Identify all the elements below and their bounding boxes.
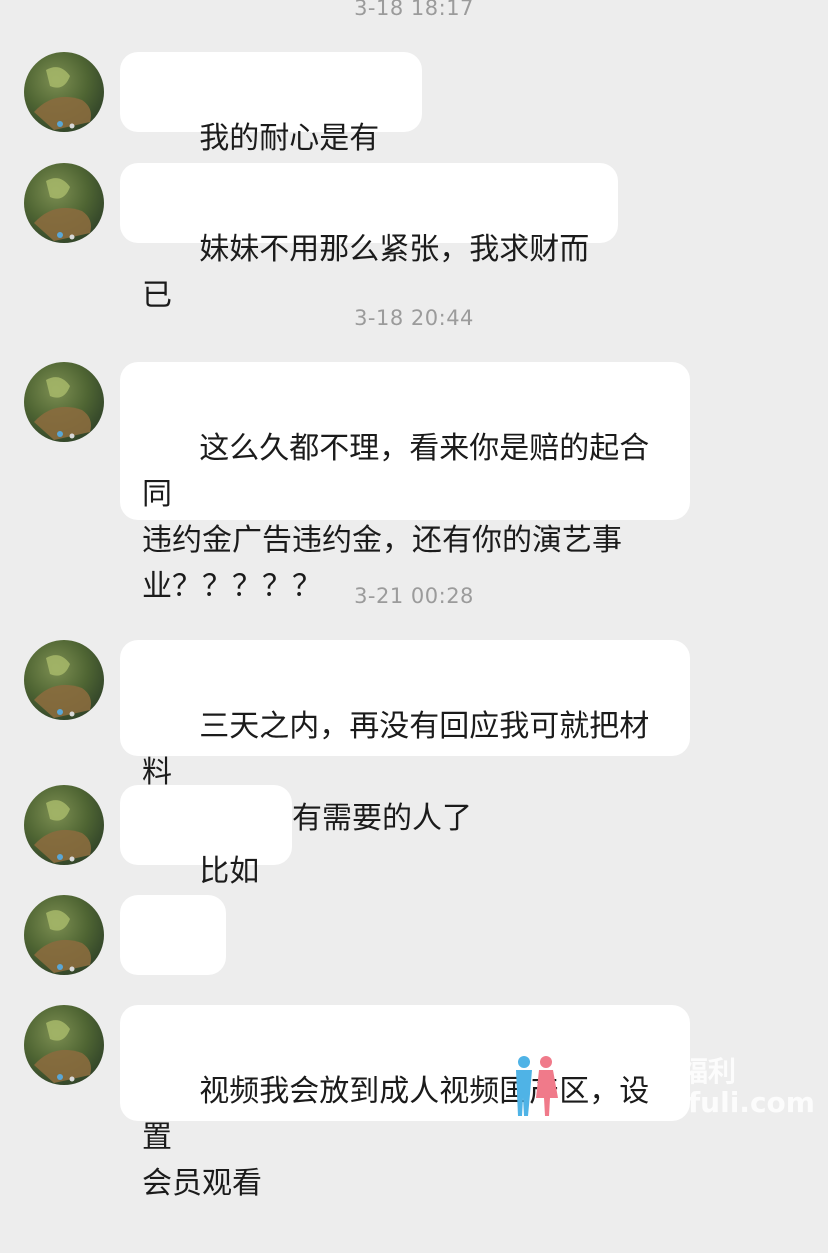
message-bubble[interactable]: 狗仔 (120, 895, 226, 1045)
avatar[interactable] (24, 362, 104, 442)
avatar-image (34, 910, 91, 973)
timestamp: 3-21 00:28 (354, 584, 474, 608)
avatar[interactable] (24, 163, 104, 243)
avatar-image (34, 1020, 91, 1083)
watermark-figures-icon (516, 1056, 558, 1116)
watermark: 福利 fuli.com (500, 1050, 820, 1122)
message-bubble[interactable]: 妹妹不用那么紧张，我求财而已 (120, 163, 618, 313)
message-text: 这么久都不理，看来你是赔的起合同 违约金广告违约金，还有你的演艺事 业？？？？？ (142, 431, 650, 604)
message-bubble[interactable]: 我的耐心是有限的 (120, 52, 422, 202)
message-text: 妹妹不用那么紧张，我求财而已 (142, 232, 590, 313)
avatar-image (34, 67, 91, 130)
avatar[interactable] (24, 785, 104, 865)
avatar[interactable] (24, 1005, 104, 1085)
avatar-image (34, 377, 91, 440)
avatar[interactable] (24, 640, 104, 720)
watermark-text: 福利 (680, 1055, 737, 1088)
message-bubble[interactable]: 比如卓伟 (120, 785, 292, 935)
message-bubble[interactable]: 三天之内，再没有回应我可就把材料 和视频卖给有需要的人了 (120, 640, 690, 836)
avatar-image (34, 655, 91, 718)
message-bubble[interactable]: 这么久都不理，看来你是赔的起合同 违约金广告违约金，还有你的演艺事 业？？？？？ (120, 362, 690, 604)
timestamp: 3-18 20:44 (354, 306, 474, 330)
avatar[interactable] (24, 895, 104, 975)
chat-area[interactable]: 3-18 18:17 我的耐心是有限的 妹妹不用那么紧张，我求财而已 (0, 0, 828, 1201)
avatar[interactable] (24, 52, 104, 132)
avatar-image (34, 800, 91, 863)
watermark-text: fuli.com (688, 1086, 815, 1119)
timestamp: 3-18 18:17 (354, 0, 474, 20)
avatar-image (34, 178, 91, 241)
